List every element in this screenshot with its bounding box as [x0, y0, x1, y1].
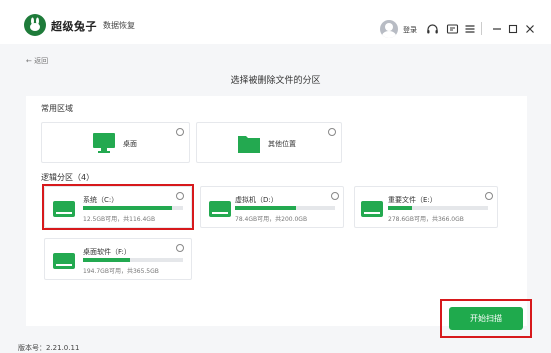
partition-card-d[interactable]: 虚拟机（D:） 78.4GB可用，共200.0GB	[200, 186, 344, 228]
common-item-radio[interactable]	[176, 128, 184, 136]
brand-name: 超级兔子	[51, 20, 97, 33]
hard-drive-icon	[361, 201, 383, 217]
title-bar: 超级兔子 数据恢复 登录	[0, 0, 551, 44]
partition-capacity: 278.6GB可用，共366.0GB	[388, 216, 464, 223]
common-item-radio[interactable]	[328, 128, 336, 136]
folder-icon	[238, 136, 260, 153]
maximize-icon[interactable]	[505, 21, 521, 37]
brand-subtitle: 数据恢复	[103, 21, 135, 30]
common-item-desktop[interactable]: 桌面	[41, 122, 190, 163]
page-title: 选择被删除文件的分区	[230, 76, 321, 86]
hard-drive-icon	[53, 253, 75, 269]
back-button[interactable]: ← 返回	[26, 56, 48, 66]
title-divider	[481, 22, 482, 35]
partition-label: 桌面软件（F:）	[83, 248, 131, 256]
section-title-logical: 逻辑分区（4）	[41, 173, 95, 182]
partition-capacity: 194.7GB可用，共365.5GB	[83, 268, 159, 275]
avatar[interactable]	[380, 20, 398, 38]
back-arrow-icon: ←	[26, 57, 35, 65]
partition-usage-bar	[83, 258, 183, 262]
minimize-icon[interactable]	[489, 21, 505, 37]
rabbit-logo-icon	[24, 14, 46, 36]
close-icon[interactable]	[522, 21, 538, 37]
version-label: 版本号：2.21.0.11	[18, 344, 80, 352]
common-item-label: 其他位置	[268, 140, 296, 148]
partition-usage-fill	[235, 206, 296, 210]
headset-icon[interactable]	[424, 21, 440, 37]
feedback-icon[interactable]	[444, 21, 460, 37]
partition-label: 虚拟机（D:）	[235, 196, 278, 204]
partition-radio[interactable]	[485, 192, 493, 200]
menu-icon[interactable]	[462, 21, 478, 37]
monitor-icon	[93, 133, 115, 153]
partition-usage-bar	[235, 206, 335, 210]
partition-usage-fill	[83, 258, 130, 262]
partition-radio[interactable]	[176, 244, 184, 252]
partition-card-e[interactable]: 重要文件（E:） 278.6GB可用，共366.0GB	[354, 186, 498, 228]
partition-radio[interactable]	[331, 192, 339, 200]
common-item-other-location[interactable]: 其他位置	[196, 122, 342, 163]
selection-highlight-box	[42, 184, 194, 230]
hard-drive-icon	[209, 201, 231, 217]
common-item-label: 桌面	[123, 140, 137, 148]
partition-usage-fill	[388, 206, 412, 210]
login-link[interactable]: 登录	[403, 25, 417, 35]
start-scan-button[interactable]: 开始扫描	[449, 307, 523, 330]
partition-capacity: 78.4GB可用，共200.0GB	[235, 216, 308, 223]
partition-card-f[interactable]: 桌面软件（F:） 194.7GB可用，共365.5GB	[44, 238, 192, 280]
partition-usage-bar	[388, 206, 488, 210]
back-label: 返回	[34, 57, 49, 65]
partition-label: 重要文件（E:）	[388, 196, 437, 204]
section-title-common: 常用区域	[41, 104, 73, 113]
